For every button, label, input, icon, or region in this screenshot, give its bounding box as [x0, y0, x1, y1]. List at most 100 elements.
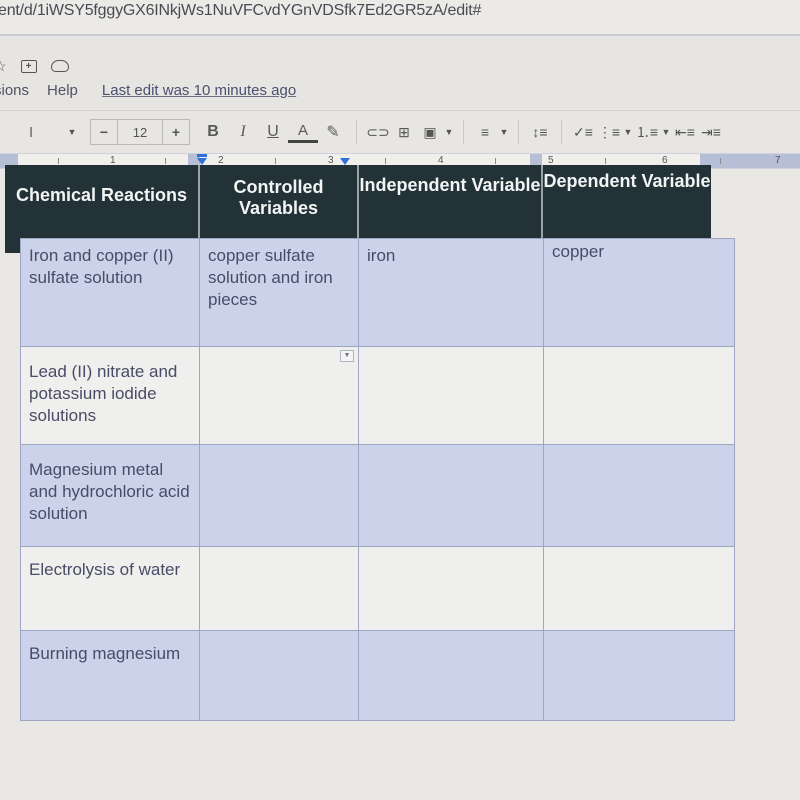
- ruler-tick: [275, 158, 276, 164]
- table-row: Iron and copper (II) sulfate solution co…: [20, 238, 735, 347]
- cell-dropdown-icon[interactable]: ▼: [340, 350, 354, 362]
- cell-text: [200, 547, 358, 559]
- font-size-input[interactable]: 12: [118, 120, 163, 144]
- numbered-list-icon[interactable]: ⒈≡: [634, 120, 660, 144]
- cell-text: [359, 445, 543, 457]
- bold-button[interactable]: B: [198, 120, 228, 144]
- table-cell[interactable]: [543, 444, 735, 547]
- cell-text: [200, 631, 358, 643]
- table-row: Lead (II) nitrate and potassium iodide s…: [20, 346, 735, 445]
- menu-bar: sions Help Last edit was 10 minutes ago: [0, 82, 296, 99]
- table-cell[interactable]: Electrolysis of water: [20, 546, 200, 631]
- table-cell[interactable]: [358, 346, 544, 445]
- cell-text: [544, 445, 734, 457]
- url-text[interactable]: ent/d/1iWSY5fggyGX6INkjWs1NuVFCvdYGnVDSf…: [0, 2, 481, 20]
- ruler-tick: [720, 158, 721, 164]
- menu-extensions[interactable]: sions: [0, 82, 29, 99]
- table-cell[interactable]: [358, 444, 544, 547]
- cell-text: [359, 547, 543, 559]
- header-label: Dependent Variable: [543, 171, 711, 191]
- menu-help[interactable]: Help: [47, 82, 78, 99]
- table-cell[interactable]: ▼: [199, 346, 359, 445]
- italic-button[interactable]: I: [228, 120, 258, 144]
- table-cell[interactable]: Iron and copper (II) sulfate solution: [20, 238, 200, 347]
- cell-text: [544, 347, 734, 359]
- chevron-down-icon[interactable]: ▼: [498, 120, 510, 144]
- header-label: Independent Variable: [359, 175, 541, 195]
- ruler-tick: [605, 158, 606, 164]
- line-spacing-icon[interactable]: ↕≡: [527, 120, 553, 144]
- left-indent-marker[interactable]: [197, 158, 207, 165]
- table-cell[interactable]: Lead (II) nitrate and potassium iodide s…: [20, 346, 200, 445]
- browser-address-bar[interactable]: ent/d/1iWSY5fggyGX6INkjWs1NuVFCvdYGnVDSf…: [0, 0, 800, 36]
- text-color-button[interactable]: A: [288, 122, 318, 143]
- formatting-toolbar: l ▼ − 12 + B I U A ✎ ⊂⊃ ⊞ ▣ ▼ ≡ ▼ ↕≡ ✓≡ …: [0, 110, 800, 153]
- ruler-tick: [495, 158, 496, 164]
- right-indent-marker[interactable]: [340, 158, 350, 165]
- increase-font-size-button[interactable]: +: [163, 120, 189, 144]
- ruler-number: 7: [775, 155, 781, 166]
- table-cell[interactable]: Burning magnesium: [20, 630, 200, 721]
- table-cell[interactable]: copper sulfate solution and iron pieces: [199, 238, 359, 347]
- cell-text: [200, 445, 358, 457]
- last-edit-link[interactable]: Last edit was 10 minutes ago: [102, 82, 296, 99]
- cell-text: [359, 631, 543, 643]
- cell-text: [359, 347, 543, 359]
- toolbar-divider: [356, 120, 357, 144]
- cloud-saved-icon[interactable]: [50, 60, 69, 72]
- table-row: Burning magnesium: [20, 630, 735, 721]
- align-icon[interactable]: ≡: [472, 120, 498, 144]
- toolbar-divider: [561, 120, 562, 144]
- insert-link-icon[interactable]: ⊂⊃: [365, 120, 391, 144]
- toolbar-divider: [518, 120, 519, 144]
- cell-text: [200, 347, 358, 359]
- move-to-folder-icon[interactable]: +: [20, 59, 37, 73]
- cell-text: iron: [367, 246, 396, 265]
- insert-image-icon[interactable]: ▣: [417, 120, 443, 144]
- table-cell[interactable]: [543, 630, 735, 721]
- cell-text: copper: [552, 242, 604, 261]
- star-icon[interactable]: ☆: [0, 58, 7, 75]
- checklist-icon[interactable]: ✓≡: [570, 120, 596, 144]
- ruler-tick: [58, 158, 59, 164]
- cell-text: [544, 631, 734, 643]
- cell-text: Electrolysis of water: [29, 560, 181, 579]
- chevron-down-icon[interactable]: ▼: [660, 120, 672, 144]
- highlight-pen-icon[interactable]: ✎: [318, 120, 348, 144]
- chevron-down-icon[interactable]: ▼: [443, 120, 455, 144]
- table-cell[interactable]: [543, 346, 735, 445]
- ruler-tick: [165, 158, 166, 164]
- cell-text: Iron and copper (II) sulfate solution: [29, 246, 174, 287]
- table-cell[interactable]: [199, 630, 359, 721]
- table-cell[interactable]: Magnesium metal and hydrochloric acid so…: [20, 444, 200, 547]
- table-cell[interactable]: copper: [543, 238, 735, 347]
- table-cell[interactable]: [199, 546, 359, 631]
- first-line-indent-marker[interactable]: [197, 154, 207, 157]
- cell-text: [544, 547, 734, 559]
- add-comment-icon[interactable]: ⊞: [391, 120, 417, 144]
- table-cell[interactable]: [543, 546, 735, 631]
- font-size-stepper: − 12 +: [90, 119, 190, 145]
- header-label: Controlled Variables: [233, 177, 324, 218]
- cell-text: Lead (II) nitrate and potassium iodide s…: [29, 362, 178, 425]
- font-name-select[interactable]: l: [0, 120, 62, 144]
- title-icons: ☆ +: [0, 56, 69, 76]
- table-cell[interactable]: [358, 630, 544, 721]
- bulleted-list-icon[interactable]: ⋮≡: [596, 120, 622, 144]
- table-cell[interactable]: [199, 444, 359, 547]
- chevron-down-icon[interactable]: ▼: [622, 120, 634, 144]
- table-cell[interactable]: iron: [358, 238, 544, 347]
- docs-header: ☆ + sions Help Last edit was 10 minutes …: [0, 36, 800, 108]
- cell-text: Magnesium metal and hydrochloric acid so…: [29, 460, 190, 523]
- chevron-down-icon[interactable]: ▼: [62, 120, 82, 144]
- ruler-tick: [385, 158, 386, 164]
- ruler-margin-right: [700, 154, 800, 168]
- cell-text: copper sulfate solution and iron pieces: [208, 246, 333, 309]
- decrease-indent-icon[interactable]: ⇤≡: [672, 120, 698, 144]
- decrease-font-size-button[interactable]: −: [91, 120, 118, 144]
- cell-text: Burning magnesium: [29, 644, 181, 663]
- table-cell[interactable]: [358, 546, 544, 631]
- table-row: Magnesium metal and hydrochloric acid so…: [20, 444, 735, 547]
- increase-indent-icon[interactable]: ⇥≡: [698, 120, 724, 144]
- underline-button[interactable]: U: [258, 120, 288, 144]
